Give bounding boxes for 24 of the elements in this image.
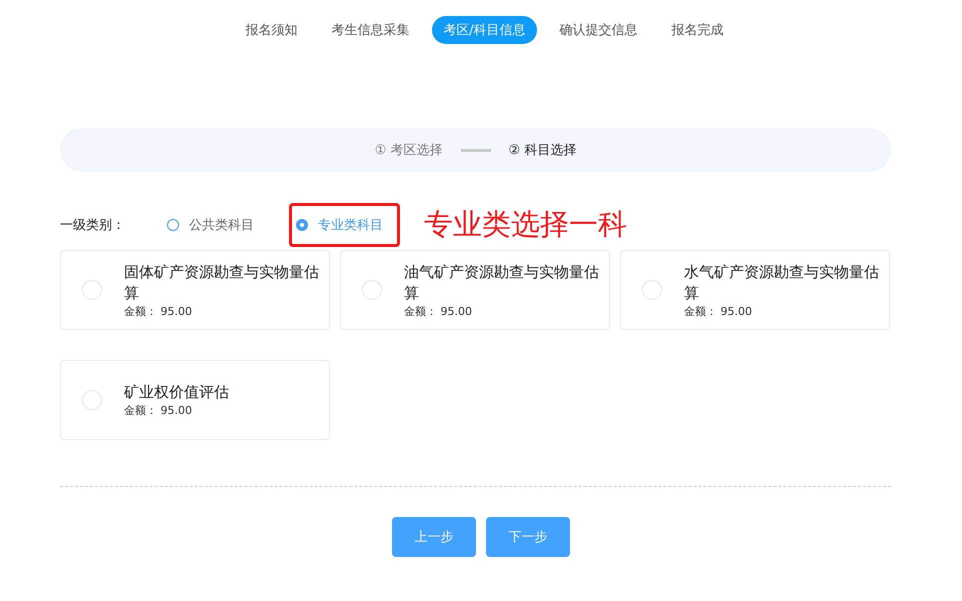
subject-card[interactable]: 水气矿产资源勘查与实物量估算 金额： 95.00 [620, 250, 890, 330]
subject-name: 水气矿产资源勘查与实物量估算 [684, 262, 880, 304]
step-label: ② 科目选择 [508, 142, 576, 159]
subject-price: 金额： 95.00 [124, 403, 193, 418]
subject-price: 金额： 95.00 [404, 304, 473, 318]
step-label: ① 考区选择 [374, 142, 442, 159]
subject-name: 矿业权价值评估 [124, 382, 230, 403]
subject-name: 油气矿产资源勘查与实物量估算 [404, 262, 600, 304]
category-label: 一级类别： [60, 217, 126, 234]
radio-icon[interactable] [296, 219, 308, 231]
subject-card[interactable]: 固体矿产资源勘查与实物量估算 金额： 95.00 [60, 250, 330, 330]
step-tab[interactable]: 报名完成 [660, 16, 735, 44]
subject-price: 金额： 95.00 [684, 304, 753, 318]
step-tab[interactable]: 确认提交信息 [548, 16, 649, 44]
subject-name: 固体矿产资源勘查与实物量估算 [124, 262, 320, 304]
radio-option[interactable]: 公共类科目 [160, 203, 271, 247]
annotation-text: 专业类选择一科 [424, 206, 627, 243]
subject-card[interactable]: 矿业权价值评估 金额： 95.00 [60, 360, 330, 440]
step-tab[interactable]: 考生信息采集 [320, 16, 420, 44]
step-tab[interactable]: 报名须知 [234, 16, 308, 44]
subject-price: 金额： 95.00 [124, 304, 193, 318]
step-connector [460, 148, 490, 152]
radio-icon[interactable] [167, 219, 179, 231]
subject-card[interactable]: 油气矿产资源勘查与实物量估算 金额： 95.00 [340, 250, 610, 330]
